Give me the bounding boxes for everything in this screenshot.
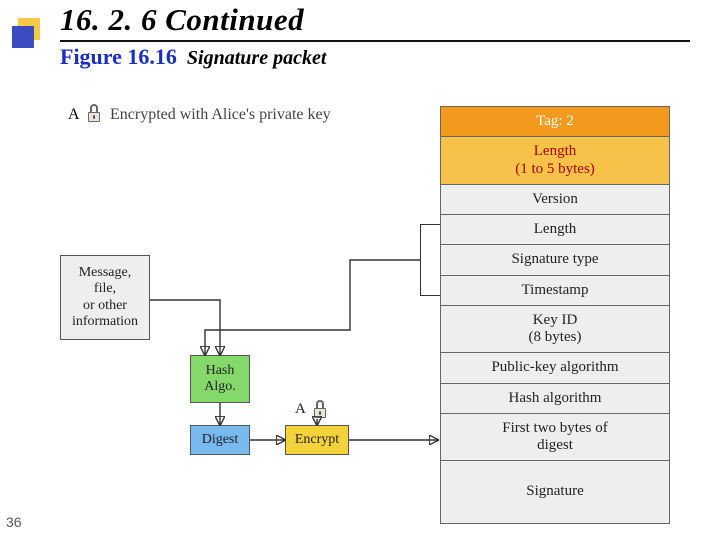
figure-title: Signature packet [187, 47, 326, 69]
heading-rule [60, 40, 690, 42]
figure-caption: Figure 16.16 Signature packet [60, 44, 690, 70]
figure-number: Figure 16.16 [60, 44, 177, 69]
slide-number: 36 [6, 514, 22, 530]
figure-area: A Encrypted with Alice's private key Tag… [50, 110, 680, 500]
slide: 16. 2. 6 Continued Figure 16.16 Signatur… [0, 0, 720, 540]
slide-ornament [12, 14, 48, 50]
connectors [50, 110, 680, 500]
section-title: 16. 2. 6 Continued [60, 2, 690, 38]
slide-heading: 16. 2. 6 Continued Figure 16.16 Signatur… [60, 2, 690, 70]
